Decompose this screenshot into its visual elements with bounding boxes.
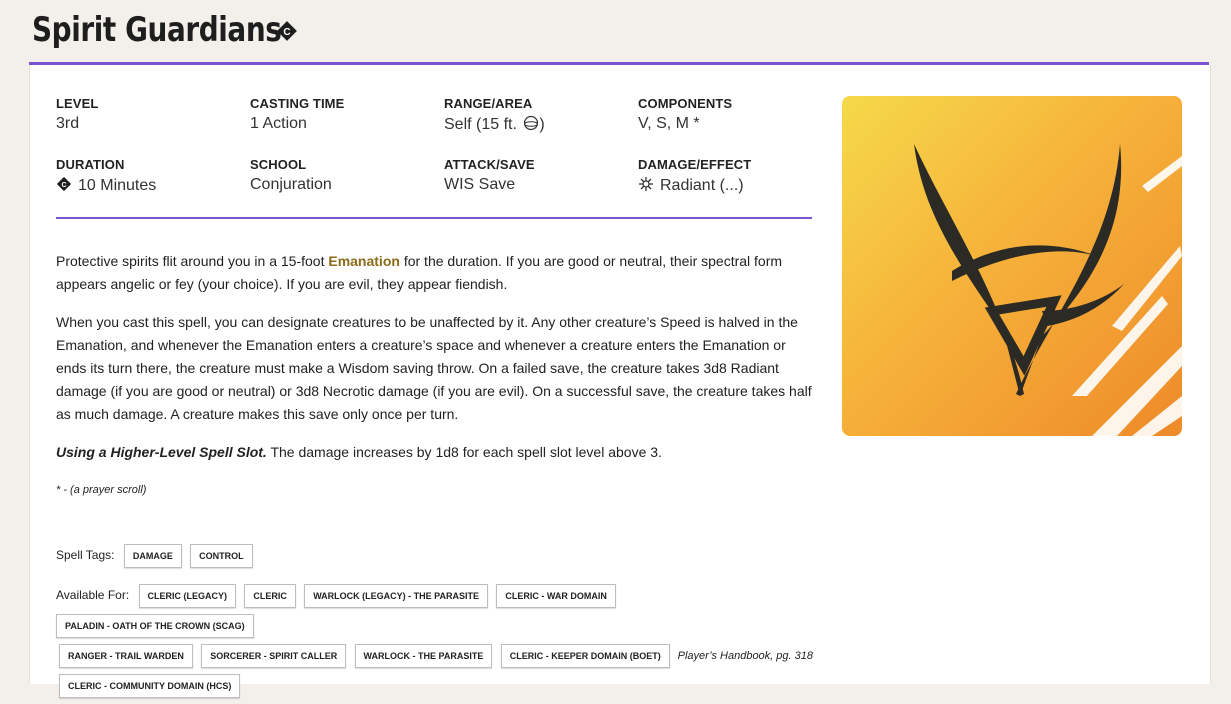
stat-label: LEVEL bbox=[56, 96, 99, 111]
stat-label: CASTING TIME bbox=[250, 96, 345, 111]
stat-duration: DURATION C 10 Minutes bbox=[56, 157, 246, 195]
stat-level: LEVEL 3rd bbox=[56, 96, 246, 133]
tag-damage[interactable]: DAMAGE bbox=[123, 544, 182, 568]
stat-label: COMPONENTS bbox=[638, 96, 733, 111]
stat-value: Radiant (...) bbox=[638, 176, 828, 195]
stat-attack-save: ATTACK/SAVE WIS Save bbox=[444, 157, 634, 194]
description-paragraph: When you cast this spell, you can design… bbox=[56, 314, 812, 422]
stat-label: SCHOOL bbox=[250, 157, 307, 172]
stat-label: DAMAGE/EFFECT bbox=[638, 157, 752, 172]
range-text: Self (15 ft. bbox=[444, 116, 522, 133]
stat-label: RANGE/AREA bbox=[444, 96, 533, 111]
stat-range: RANGE/AREA Self (15 ft. ) bbox=[444, 96, 634, 134]
class-tag[interactable]: WARLOCK (LEGACY) - THE PARASITE bbox=[304, 584, 489, 608]
stat-school: SCHOOL Conjuration bbox=[250, 157, 440, 194]
source-reference[interactable]: Player’s Handbook, pg. 318 bbox=[678, 650, 813, 662]
stat-value: WIS Save bbox=[444, 176, 516, 193]
stat-value: 3rd bbox=[56, 115, 80, 132]
stat-value: Conjuration bbox=[250, 176, 332, 193]
radiant-icon bbox=[639, 177, 653, 191]
concentration-icon: C bbox=[277, 21, 297, 41]
class-tag[interactable]: PALADIN - OATH OF THE CROWN (SCAG) bbox=[56, 614, 254, 638]
emanation-link[interactable]: Emanation bbox=[328, 253, 400, 269]
class-tag[interactable]: RANGER - TRAIL WARDEN bbox=[59, 644, 193, 668]
spell-description: Protective spirits flit around you in a … bbox=[56, 250, 816, 517]
class-tag[interactable]: SORCERER - SPIRIT CALLER bbox=[201, 644, 347, 668]
spell-illustration bbox=[842, 96, 1182, 436]
stats-divider bbox=[56, 217, 812, 219]
description-text: Protective spirits flit around you in a … bbox=[56, 253, 329, 269]
page-title: Spirit Guardians bbox=[32, 10, 282, 50]
description-paragraph: Protective spirits flit around you in a … bbox=[56, 250, 816, 296]
class-tag[interactable]: CLERIC - COMMUNITY DOMAIN (HCS) bbox=[59, 674, 241, 698]
stat-value: C 10 Minutes bbox=[56, 176, 246, 195]
spell-stats: LEVEL 3rd CASTING TIME 1 Action RANGE/AR… bbox=[56, 96, 812, 206]
class-tag[interactable]: CLERIC (LEGACY) bbox=[138, 584, 236, 608]
stat-value: Self (15 ft. ) bbox=[444, 115, 634, 134]
stat-casting-time: CASTING TIME 1 Action bbox=[250, 96, 440, 133]
stat-label: DURATION bbox=[56, 157, 125, 172]
stat-damage: DAMAGE/EFFECT Radiant (...) bbox=[638, 157, 828, 195]
spell-header: Spirit Guardians C bbox=[0, 0, 1231, 66]
stat-components: COMPONENTS V, S, M * bbox=[638, 96, 828, 133]
svg-text:C: C bbox=[61, 182, 66, 189]
description-paragraph: Using a Higher-Level Spell Slot. The dam… bbox=[56, 441, 816, 464]
class-tag[interactable]: CLERIC bbox=[244, 584, 296, 608]
sphere-icon bbox=[524, 115, 539, 131]
available-for: Available For: CLERIC (LEGACY) CLERIC WA… bbox=[56, 584, 816, 704]
footnote: * - (a prayer scroll) bbox=[56, 484, 147, 496]
stat-value: V, S, M * bbox=[638, 115, 700, 132]
class-tag[interactable]: CLERIC - KEEPER DOMAIN (BOET) bbox=[500, 644, 670, 668]
higher-level-heading: Using a Higher-Level Spell Slot. bbox=[56, 444, 267, 460]
damage-text: Radiant (...) bbox=[660, 177, 744, 194]
svg-text:C: C bbox=[283, 27, 290, 38]
description-text: The damage increases by 1d8 for each spe… bbox=[266, 444, 662, 460]
spell-tags: Spell Tags: DAMAGE CONTROL bbox=[56, 544, 258, 568]
class-tag[interactable]: CLERIC - WAR DOMAIN bbox=[496, 584, 616, 608]
available-for-label: Available For: bbox=[56, 588, 130, 602]
stat-value: 1 Action bbox=[250, 115, 307, 132]
duration-text: 10 Minutes bbox=[78, 177, 157, 194]
class-tag[interactable]: WARLOCK - THE PARASITE bbox=[354, 644, 493, 668]
stat-label: ATTACK/SAVE bbox=[444, 157, 535, 172]
spell-art bbox=[842, 96, 1182, 436]
range-close: ) bbox=[539, 116, 545, 133]
tag-control[interactable]: CONTROL bbox=[190, 544, 253, 568]
concentration-icon: C bbox=[56, 176, 72, 192]
spell-tags-label: Spell Tags: bbox=[56, 548, 115, 562]
